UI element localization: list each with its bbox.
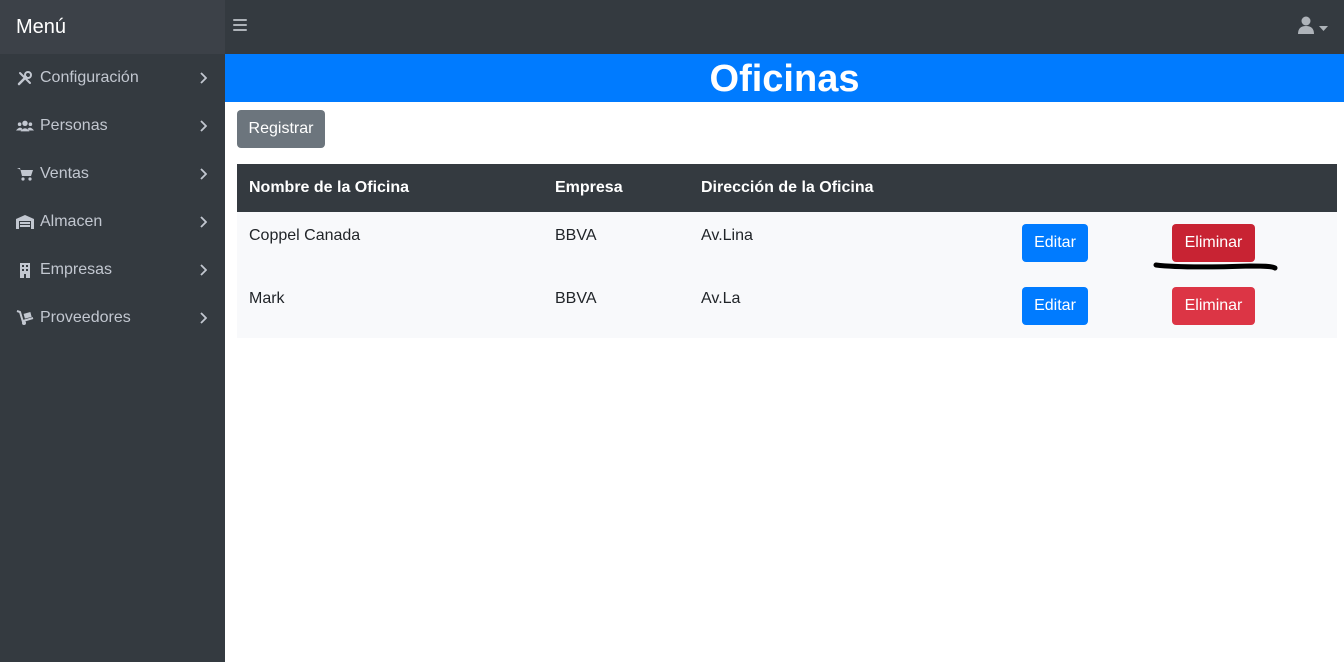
- sidebar-item-label: Proveedores: [40, 309, 131, 326]
- sidebar-item-empresas[interactable]: Empresas: [0, 246, 225, 294]
- sidebar: Menú Configuración Personas Ventas Almac…: [0, 0, 225, 662]
- chevron-right-icon: [197, 312, 209, 324]
- office-name: Mark: [249, 290, 285, 307]
- table-row: Coppel Canada BBVA Av.Lina Editar Elimin…: [237, 212, 1337, 275]
- chevron-right-icon: [197, 168, 209, 180]
- company-name: BBVA: [555, 290, 597, 307]
- dolly-icon: [16, 309, 34, 327]
- chevron-right-icon: [197, 216, 209, 228]
- page-title: Oficinas: [225, 54, 1344, 102]
- sidebar-item-almacen[interactable]: Almacen: [0, 198, 225, 246]
- column-header: Empresa: [555, 179, 623, 196]
- delete-button[interactable]: Eliminar: [1172, 287, 1255, 325]
- column-header: Nombre de la Oficina: [249, 179, 410, 196]
- sidebar-item-label: Ventas: [40, 165, 89, 182]
- sidebar-item-label: Personas: [40, 117, 108, 134]
- chevron-right-icon: [197, 72, 209, 84]
- office-address: Av.La: [701, 290, 741, 307]
- office-name: Coppel Canada: [249, 227, 361, 244]
- building-icon: [16, 261, 34, 279]
- offices-table: Nombre de la Oficina Empresa Dirección d…: [237, 164, 1337, 338]
- office-address: Av.Lina: [701, 227, 753, 244]
- sidebar-brand: Menú: [0, 0, 225, 54]
- sidebar-item-ventas[interactable]: Ventas: [0, 150, 225, 198]
- hamburger-icon[interactable]: [233, 16, 247, 38]
- delete-button[interactable]: Eliminar: [1172, 224, 1255, 262]
- table-row: Mark BBVA Av.La Editar Eliminar: [237, 275, 1337, 338]
- top-navbar: [225, 0, 1344, 54]
- tools-icon: [16, 69, 34, 87]
- warehouse-icon: [16, 213, 34, 231]
- users-icon: [16, 117, 34, 135]
- chevron-right-icon: [197, 264, 209, 276]
- company-name: BBVA: [555, 227, 597, 244]
- sidebar-item-label: Empresas: [40, 261, 113, 278]
- column-header: Dirección de la Oficina: [701, 179, 874, 196]
- user-menu[interactable]: [1298, 16, 1328, 39]
- caret-down-icon: [1319, 19, 1328, 37]
- sidebar-item-proveedores[interactable]: Proveedores: [0, 294, 225, 342]
- sidebar-item-label: Almacen: [40, 213, 103, 230]
- sidebar-item-configuracion[interactable]: Configuración: [0, 54, 225, 102]
- user-icon: [1298, 16, 1314, 39]
- chevron-right-icon: [197, 120, 209, 132]
- sidebar-item-label: Configuración: [40, 69, 139, 86]
- edit-button[interactable]: Editar: [1022, 287, 1088, 325]
- table-header: Nombre de la Oficina Empresa Dirección d…: [237, 164, 1337, 212]
- cart-icon: [16, 165, 34, 183]
- sidebar-item-personas[interactable]: Personas: [0, 102, 225, 150]
- edit-button[interactable]: Editar: [1022, 224, 1088, 262]
- register-button[interactable]: Registrar: [237, 110, 325, 148]
